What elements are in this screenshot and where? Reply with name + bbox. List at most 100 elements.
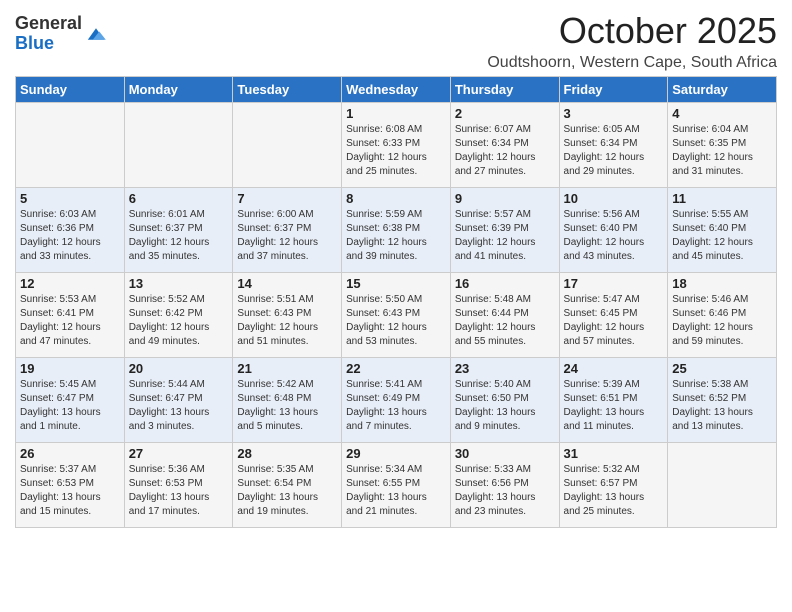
cell-info: Sunrise: 5:37 AM Sunset: 6:53 PM Dayligh… bbox=[20, 463, 120, 519]
calendar-week-row: 1 Sunrise: 6:08 AM Sunset: 6:33 PM Daylig… bbox=[16, 103, 777, 188]
day-number: 24 bbox=[564, 361, 664, 376]
day-number: 27 bbox=[129, 446, 229, 461]
calendar-cell: 2 Sunrise: 6:07 AM Sunset: 6:34 PM Daylig… bbox=[450, 103, 559, 188]
column-header-monday: Monday bbox=[124, 77, 233, 103]
cell-info: Sunrise: 5:47 AM Sunset: 6:45 PM Dayligh… bbox=[564, 293, 664, 349]
day-number: 4 bbox=[672, 106, 772, 121]
cell-info: Sunrise: 5:39 AM Sunset: 6:51 PM Dayligh… bbox=[564, 378, 664, 434]
calendar-cell: 6Sunrise: 6:01 AM Sunset: 6:37 PM Daylig… bbox=[124, 188, 233, 273]
calendar-cell: 17 Sunrise: 5:47 AM Sunset: 6:45 PM Dayli… bbox=[559, 273, 668, 358]
calendar-cell: 30 Sunrise: 5:33 AM Sunset: 6:56 PM Dayli… bbox=[450, 443, 559, 528]
day-number: 2 bbox=[455, 106, 555, 121]
calendar-cell: 24 Sunrise: 5:39 AM Sunset: 6:51 PM Dayli… bbox=[559, 358, 668, 443]
calendar-cell: 7Sunrise: 6:00 AM Sunset: 6:37 PM Daylig… bbox=[233, 188, 342, 273]
cell-info: Sunrise: 5:51 AM Sunset: 6:43 PM Dayligh… bbox=[237, 293, 337, 349]
column-header-friday: Friday bbox=[559, 77, 668, 103]
logo: General Blue bbox=[15, 14, 108, 54]
day-number: 16 bbox=[455, 276, 555, 291]
cell-info: Sunrise: 5:57 AM Sunset: 6:39 PM Dayligh… bbox=[455, 208, 555, 264]
logo-icon bbox=[84, 25, 108, 43]
calendar-cell: 28 Sunrise: 5:35 AM Sunset: 6:54 PM Dayli… bbox=[233, 443, 342, 528]
cell-info: Sunrise: 5:35 AM Sunset: 6:54 PM Dayligh… bbox=[237, 463, 337, 519]
cell-info: Sunrise: 5:33 AM Sunset: 6:56 PM Dayligh… bbox=[455, 463, 555, 519]
day-number: 23 bbox=[455, 361, 555, 376]
cell-info: Sunrise: 5:53 AM Sunset: 6:41 PM Dayligh… bbox=[20, 293, 120, 349]
day-number: 20 bbox=[129, 361, 229, 376]
day-number: 10 bbox=[564, 191, 664, 206]
calendar-week-row: 26 Sunrise: 5:37 AM Sunset: 6:53 PM Dayli… bbox=[16, 443, 777, 528]
logo-blue-text: Blue bbox=[15, 33, 54, 53]
column-header-thursday: Thursday bbox=[450, 77, 559, 103]
calendar-cell: 23 Sunrise: 5:40 AM Sunset: 6:50 PM Dayli… bbox=[450, 358, 559, 443]
calendar-cell: 19Sunrise: 5:45 AM Sunset: 6:47 PM Dayli… bbox=[16, 358, 125, 443]
cell-info: Sunrise: 5:59 AM Sunset: 6:38 PM Dayligh… bbox=[346, 208, 446, 264]
calendar-body: 1 Sunrise: 6:08 AM Sunset: 6:33 PM Daylig… bbox=[16, 103, 777, 528]
cell-info: Sunrise: 6:07 AM Sunset: 6:34 PM Dayligh… bbox=[455, 123, 555, 179]
day-number: 22 bbox=[346, 361, 446, 376]
cell-info: Sunrise: 5:36 AM Sunset: 6:53 PM Dayligh… bbox=[129, 463, 229, 519]
day-number: 9 bbox=[455, 191, 555, 206]
calendar-cell: 15Sunrise: 5:50 AM Sunset: 6:43 PM Dayli… bbox=[342, 273, 451, 358]
day-number: 28 bbox=[237, 446, 337, 461]
calendar-cell: 21 Sunrise: 5:42 AM Sunset: 6:48 PM Dayli… bbox=[233, 358, 342, 443]
calendar-cell bbox=[668, 443, 777, 528]
calendar-header-row: SundayMondayTuesdayWednesdayThursdayFrid… bbox=[16, 77, 777, 103]
cell-info: Sunrise: 5:41 AM Sunset: 6:49 PM Dayligh… bbox=[346, 378, 446, 434]
column-header-sunday: Sunday bbox=[16, 77, 125, 103]
calendar-cell: 12 Sunrise: 5:53 AM Sunset: 6:41 PM Dayli… bbox=[16, 273, 125, 358]
cell-info: Sunrise: 5:46 AM Sunset: 6:46 PM Dayligh… bbox=[672, 293, 772, 349]
cell-info: Sunrise: 6:04 AM Sunset: 6:35 PM Dayligh… bbox=[672, 123, 772, 179]
cell-info: Sunrise: 5:42 AM Sunset: 6:48 PM Dayligh… bbox=[237, 378, 337, 434]
calendar-cell: 5 Sunrise: 6:03 AM Sunset: 6:36 PM Daylig… bbox=[16, 188, 125, 273]
calendar-cell: 3Sunrise: 6:05 AM Sunset: 6:34 PM Daylig… bbox=[559, 103, 668, 188]
day-number: 15 bbox=[346, 276, 446, 291]
calendar-cell: 1 Sunrise: 6:08 AM Sunset: 6:33 PM Daylig… bbox=[342, 103, 451, 188]
calendar-cell: 10Sunrise: 5:56 AM Sunset: 6:40 PM Dayli… bbox=[559, 188, 668, 273]
calendar-cell: 14Sunrise: 5:51 AM Sunset: 6:43 PM Dayli… bbox=[233, 273, 342, 358]
cell-info: Sunrise: 5:44 AM Sunset: 6:47 PM Dayligh… bbox=[129, 378, 229, 434]
column-header-tuesday: Tuesday bbox=[233, 77, 342, 103]
cell-info: Sunrise: 6:08 AM Sunset: 6:33 PM Dayligh… bbox=[346, 123, 446, 179]
day-number: 11 bbox=[672, 191, 772, 206]
day-number: 29 bbox=[346, 446, 446, 461]
day-number: 6 bbox=[129, 191, 229, 206]
cell-info: Sunrise: 5:52 AM Sunset: 6:42 PM Dayligh… bbox=[129, 293, 229, 349]
cell-info: Sunrise: 5:38 AM Sunset: 6:52 PM Dayligh… bbox=[672, 378, 772, 434]
column-header-wednesday: Wednesday bbox=[342, 77, 451, 103]
calendar-cell: 11 Sunrise: 5:55 AM Sunset: 6:40 PM Dayli… bbox=[668, 188, 777, 273]
day-number: 1 bbox=[346, 106, 446, 121]
month-title: October 2025 bbox=[487, 10, 777, 52]
day-number: 18 bbox=[672, 276, 772, 291]
calendar-cell bbox=[233, 103, 342, 188]
cell-info: Sunrise: 5:32 AM Sunset: 6:57 PM Dayligh… bbox=[564, 463, 664, 519]
day-number: 30 bbox=[455, 446, 555, 461]
cell-info: Sunrise: 5:45 AM Sunset: 6:47 PM Dayligh… bbox=[20, 378, 120, 434]
cell-info: Sunrise: 6:05 AM Sunset: 6:34 PM Dayligh… bbox=[564, 123, 664, 179]
calendar-cell: 9 Sunrise: 5:57 AM Sunset: 6:39 PM Daylig… bbox=[450, 188, 559, 273]
cell-info: Sunrise: 5:40 AM Sunset: 6:50 PM Dayligh… bbox=[455, 378, 555, 434]
calendar-cell: 20 Sunrise: 5:44 AM Sunset: 6:47 PM Dayli… bbox=[124, 358, 233, 443]
day-number: 5 bbox=[20, 191, 120, 206]
day-number: 21 bbox=[237, 361, 337, 376]
calendar-cell: 25Sunrise: 5:38 AM Sunset: 6:52 PM Dayli… bbox=[668, 358, 777, 443]
calendar-cell bbox=[16, 103, 125, 188]
calendar-cell: 27 Sunrise: 5:36 AM Sunset: 6:53 PM Dayli… bbox=[124, 443, 233, 528]
calendar-cell bbox=[124, 103, 233, 188]
calendar-cell: 29Sunrise: 5:34 AM Sunset: 6:55 PM Dayli… bbox=[342, 443, 451, 528]
calendar-cell: 26 Sunrise: 5:37 AM Sunset: 6:53 PM Dayli… bbox=[16, 443, 125, 528]
location-text: Oudtshoorn, Western Cape, South Africa bbox=[487, 54, 777, 72]
day-number: 7 bbox=[237, 191, 337, 206]
column-header-saturday: Saturday bbox=[668, 77, 777, 103]
calendar-cell: 22 Sunrise: 5:41 AM Sunset: 6:49 PM Dayli… bbox=[342, 358, 451, 443]
day-number: 26 bbox=[20, 446, 120, 461]
day-number: 13 bbox=[129, 276, 229, 291]
calendar-cell: 16Sunrise: 5:48 AM Sunset: 6:44 PM Dayli… bbox=[450, 273, 559, 358]
calendar-table: SundayMondayTuesdayWednesdayThursdayFrid… bbox=[15, 76, 777, 528]
calendar-cell: 4 Sunrise: 6:04 AM Sunset: 6:35 PM Daylig… bbox=[668, 103, 777, 188]
cell-info: Sunrise: 5:55 AM Sunset: 6:40 PM Dayligh… bbox=[672, 208, 772, 264]
day-number: 8 bbox=[346, 191, 446, 206]
day-number: 17 bbox=[564, 276, 664, 291]
cell-info: Sunrise: 6:03 AM Sunset: 6:36 PM Dayligh… bbox=[20, 208, 120, 264]
calendar-cell: 13 Sunrise: 5:52 AM Sunset: 6:42 PM Dayli… bbox=[124, 273, 233, 358]
day-number: 12 bbox=[20, 276, 120, 291]
